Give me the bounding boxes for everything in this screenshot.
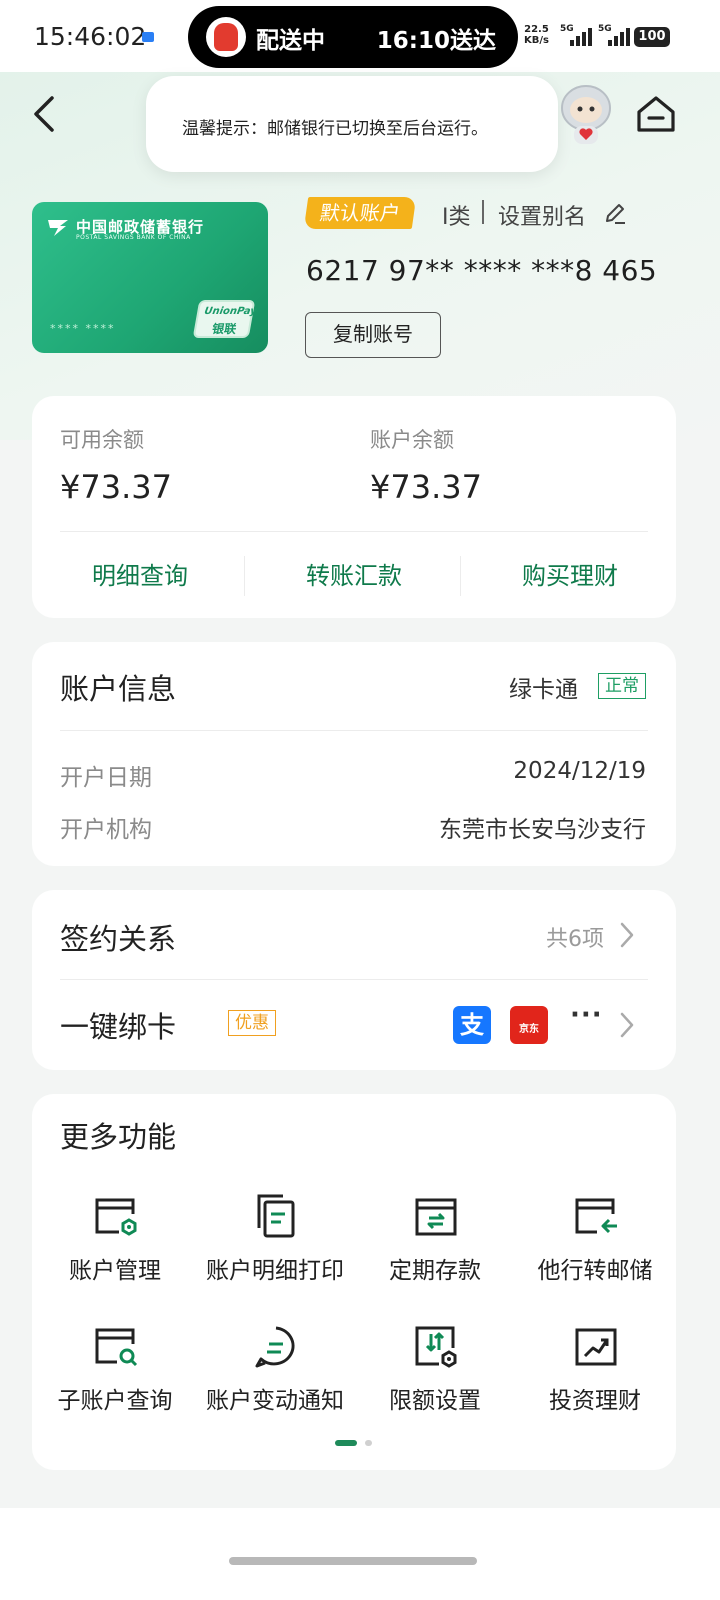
back-arrow-icon	[34, 96, 54, 132]
signal-icon-sim1: 5G	[560, 24, 596, 46]
more-icon: ···	[570, 1000, 603, 1030]
jd-icon: 京东	[510, 1006, 548, 1044]
page-indicator-inactive	[365, 1440, 372, 1446]
account-balance-value: ¥73.37	[370, 468, 482, 506]
bank-card-image: 中国邮政储蓄银行 POSTAL SAVINGS BANK OF CHINA **…	[32, 202, 268, 353]
feature-limit-settings[interactable]: 限额设置	[355, 1324, 515, 1434]
transfer-in-icon	[575, 1198, 617, 1234]
fixed-deposit-icon	[415, 1198, 457, 1236]
edit-icon[interactable]	[603, 201, 627, 225]
available-balance-value: ¥73.37	[60, 468, 172, 506]
contracts-title: 签约关系	[60, 922, 177, 956]
balance-divider	[60, 531, 648, 532]
toast-message: 温馨提示：邮储银行已切换至后台运行。	[182, 119, 488, 139]
investment-icon	[575, 1328, 617, 1366]
status-badge: 正常	[598, 673, 646, 699]
open-date-value: 2024/12/19	[513, 758, 646, 784]
contracts-row[interactable]: 签约关系 共6项	[32, 890, 676, 978]
promo-badge: 优惠	[228, 1010, 276, 1036]
network-speed: 22.5 KB/s	[524, 24, 549, 46]
copy-account-button[interactable]: 复制账号	[305, 312, 441, 358]
delivery-rider-icon	[206, 17, 246, 57]
more-features-panel: 更多功能 账户管理 账户明细打印 定期存款 他行转邮储 子账户查询 账户变动通知…	[32, 1094, 676, 1470]
home-button[interactable]	[634, 92, 678, 136]
home-indicator[interactable]	[229, 1557, 477, 1565]
notification-icon	[255, 1326, 295, 1368]
transfer-button[interactable]: 转账汇款	[246, 556, 462, 591]
sub-account-search-icon	[95, 1328, 138, 1367]
feature-change-notification[interactable]: 账户变动通知	[195, 1324, 355, 1434]
mascot-icon[interactable]	[556, 78, 616, 148]
feature-fixed-deposit[interactable]: 定期存款	[355, 1194, 515, 1304]
header-separator	[482, 200, 484, 224]
open-date-label: 开户日期	[60, 765, 152, 791]
contracts-count: 共6项	[546, 927, 604, 952]
delivery-eta: 16:10送达	[376, 28, 496, 54]
account-manage-icon	[95, 1198, 137, 1236]
feature-transfer-in[interactable]: 他行转邮储	[515, 1194, 675, 1304]
delivery-status-label: 配送中	[256, 28, 325, 54]
branch-label: 开户机构	[60, 817, 152, 843]
bottom-safe-area	[0, 1508, 720, 1600]
account-number: 6217 97** **** ***8 465	[306, 254, 658, 287]
account-balance-label: 账户余额	[370, 428, 454, 452]
print-statement-icon	[257, 1194, 295, 1238]
card-bank-name-en: POSTAL SAVINGS BANK OF CHINA	[76, 234, 191, 241]
notification-app-icon	[142, 32, 154, 42]
contracts-panel: 签约关系 共6项 一键绑卡 优惠 支 京东 ···	[32, 890, 676, 1070]
limit-settings-icon	[415, 1326, 457, 1368]
chevron-right-icon	[620, 922, 634, 948]
account-class: I类	[442, 205, 471, 230]
chevron-right-icon	[620, 1012, 634, 1038]
transaction-details-button[interactable]: 明细查询	[32, 556, 248, 591]
signal-icon-sim2: 5G	[598, 24, 634, 46]
psbc-logo-icon	[48, 220, 68, 236]
one-click-bind-row[interactable]: 一键绑卡 优惠 支 京东 ···	[32, 980, 676, 1070]
background-toast: 温馨提示：邮储银行已切换至后台运行。	[146, 76, 558, 172]
feature-statement-print[interactable]: 账户明细打印	[195, 1194, 355, 1304]
set-alias-link[interactable]: 设置别名	[498, 199, 586, 231]
feature-sub-account-search[interactable]: 子账户查询	[35, 1324, 195, 1434]
card-type: 绿卡通	[509, 677, 578, 703]
feature-investment[interactable]: 投资理财	[515, 1324, 675, 1434]
delivery-live-activity[interactable]: 配送中 16:10送达	[188, 6, 518, 68]
one-click-bind-title: 一键绑卡	[60, 1010, 177, 1044]
default-account-badge: 默认账户	[303, 197, 417, 229]
home-icon	[637, 96, 675, 132]
account-info-panel: 账户信息 绿卡通 正常 开户日期 2024/12/19 开户机构 东莞市长安乌沙…	[32, 642, 676, 866]
unionpay-logo: UnionPay 银联	[192, 300, 258, 338]
balance-panel: 可用余额 ¥73.37 账户余额 ¥73.37 明细查询 转账汇款 购买理财	[32, 396, 676, 618]
status-time: 15:46:02	[34, 22, 147, 51]
buy-wealth-product-button[interactable]: 购买理财	[462, 556, 678, 591]
back-button[interactable]	[28, 92, 64, 136]
card-masked-digits: **** ****	[50, 322, 116, 335]
battery-icon: 100	[634, 27, 670, 47]
more-features-title: 更多功能	[60, 1120, 177, 1154]
available-balance-label: 可用余额	[60, 428, 144, 452]
status-bar: 15:46:02 配送中 16:10送达 22.5 KB/s 5G 5G 100	[0, 0, 720, 72]
alipay-icon: 支	[453, 1006, 491, 1044]
page-indicator-active	[335, 1440, 357, 1446]
account-info-title: 账户信息	[60, 672, 177, 706]
branch-value: 东莞市长安乌沙支行	[439, 817, 646, 843]
feature-account-management[interactable]: 账户管理	[35, 1194, 195, 1304]
